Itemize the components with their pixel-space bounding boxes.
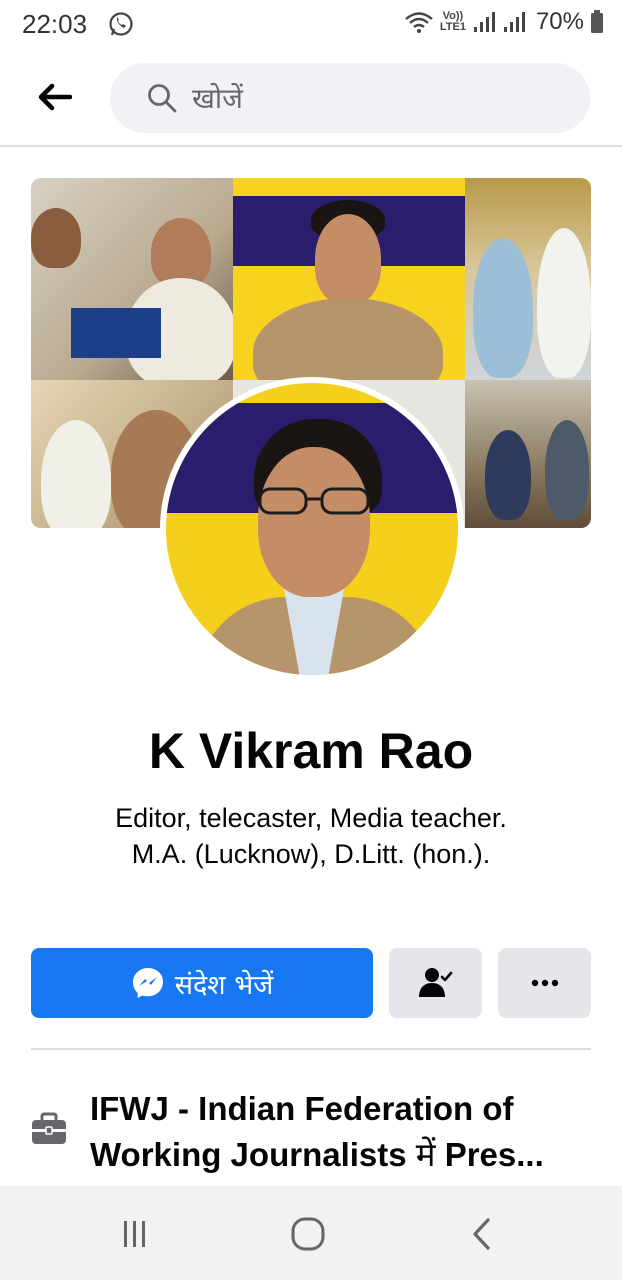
- profile-bio: Editor, telecaster, Media teacher. M.A. …: [0, 800, 622, 872]
- bio-line-2: M.A. (Lucknow), D.Litt. (hon.).: [131, 839, 491, 869]
- send-message-label: संदेश भेजें: [174, 969, 274, 1001]
- recent-apps-button[interactable]: [113, 1212, 157, 1256]
- section-divider: [31, 1048, 591, 1050]
- signal-icon-2: [503, 12, 525, 32]
- back-button[interactable]: [30, 75, 78, 119]
- profile-name: K Vikram Rao: [148, 723, 474, 779]
- battery-percent: 70%: [535, 8, 584, 35]
- cover-tile-2: [233, 178, 465, 380]
- recent-apps-icon: [124, 1221, 145, 1247]
- system-nav-bar: [0, 1186, 622, 1280]
- friends-button[interactable]: [389, 948, 482, 1018]
- profile-picture[interactable]: [160, 377, 464, 681]
- status-icons: Vo)) LTE1 70%: [404, 8, 604, 36]
- back-icon: [473, 1218, 490, 1250]
- top-bar: खोजें: [0, 55, 622, 147]
- messenger-icon: [132, 968, 163, 998]
- work-info-row[interactable]: IFWJ - Indian Federation of Working Jour…: [31, 1086, 591, 1186]
- battery-icon: [591, 10, 603, 33]
- send-message-button[interactable]: संदेश भेजें: [31, 948, 373, 1018]
- whatsapp-icon: [109, 12, 133, 36]
- signal-icon: [473, 12, 495, 32]
- search-placeholder: खोजें: [192, 82, 243, 115]
- friends-check-icon: [418, 968, 452, 997]
- home-icon: [291, 1217, 325, 1251]
- status-bar: 22:03 Vo)) LTE1 70%: [0, 0, 622, 50]
- cover-tile-1: [31, 178, 233, 380]
- wifi-icon: [405, 12, 433, 33]
- home-button[interactable]: [286, 1212, 330, 1256]
- nav-back-button[interactable]: [460, 1212, 504, 1256]
- bio-line-1: Editor, telecaster, Media teacher.: [115, 803, 507, 833]
- search-icon: [148, 84, 177, 113]
- network-type-label: Vo)) LTE1: [439, 10, 466, 33]
- cover-tile-6: [465, 380, 591, 528]
- status-time: 22:03: [22, 9, 88, 39]
- arrow-left-icon: [38, 83, 72, 111]
- work-text[interactable]: IFWJ - Indian Federation of Working Jour…: [90, 1086, 590, 1178]
- search-input[interactable]: खोजें: [110, 63, 590, 133]
- briefcase-icon: [32, 1112, 66, 1144]
- more-dots-icon: [531, 979, 558, 987]
- more-options-button[interactable]: [498, 948, 591, 1018]
- work-role: Pres...: [444, 1136, 544, 1173]
- cover-tile-3: [465, 178, 591, 380]
- work-connector: में: [415, 1135, 436, 1174]
